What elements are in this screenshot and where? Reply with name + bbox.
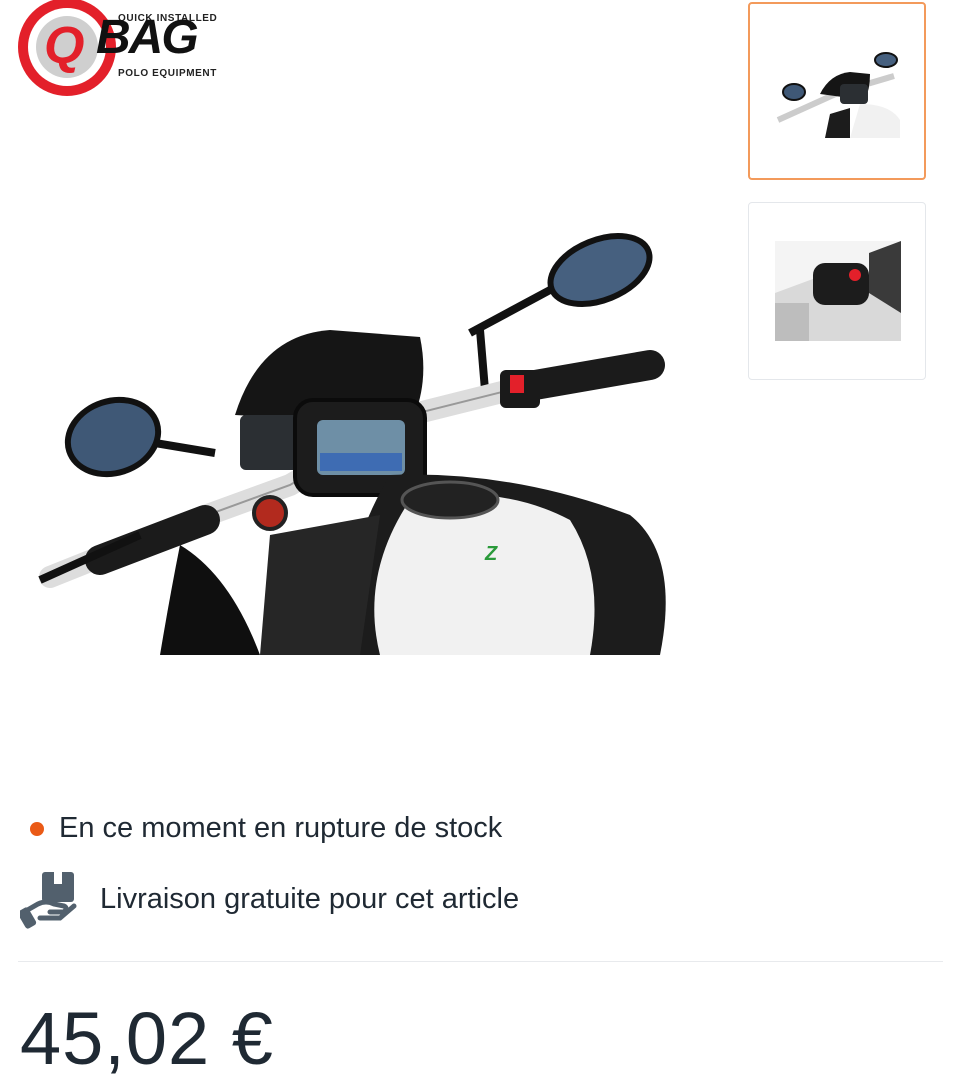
svg-text:Z: Z xyxy=(484,543,498,565)
delivery-info: Livraison gratuite pour cet article xyxy=(20,868,519,930)
product-price: 45,02 € xyxy=(20,997,274,1080)
thumbnail-1[interactable] xyxy=(748,2,926,180)
stock-status: En ce moment en rupture de stock xyxy=(30,812,502,845)
logo-letter: Q xyxy=(44,17,85,75)
main-product-image[interactable]: Z xyxy=(30,215,690,665)
tank-bag-thumbnail xyxy=(775,241,901,341)
logo-word: BAG xyxy=(96,11,199,64)
stock-status-dot-icon xyxy=(30,821,44,836)
divider xyxy=(18,961,943,962)
stock-status-text: En ce moment en rupture de stock xyxy=(59,812,503,844)
delivery-text: Livraison gratuite pour cet article xyxy=(100,882,520,915)
motorcycle-tank-bag-photo: Z xyxy=(38,233,666,655)
logo-tagline-bottom: POLO EQUIPMENT xyxy=(118,68,217,79)
motorcycle-handlebar-thumbnail xyxy=(776,52,900,138)
product-page: Q BAG QUICK INSTALLED POLO EQUIPMENT Z E… xyxy=(0,0,961,1080)
hand-package-icon xyxy=(20,872,77,929)
thumbnail-2[interactable] xyxy=(748,202,926,380)
brand-logo[interactable]: Q BAG QUICK INSTALLED POLO EQUIPMENT xyxy=(18,0,238,98)
